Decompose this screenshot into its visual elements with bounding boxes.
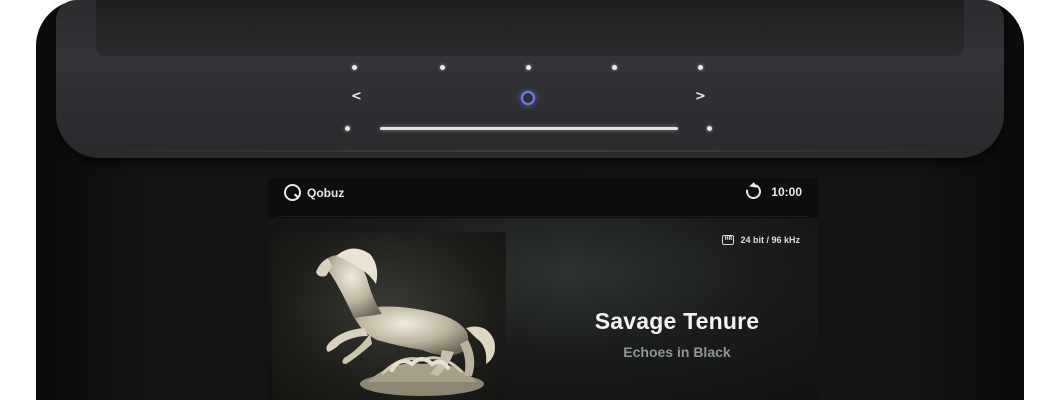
volume-slider[interactable] [380, 127, 678, 130]
touch-dot-2[interactable] [440, 65, 445, 70]
status-bar: Qobuz 10:00 [268, 178, 818, 212]
status-divider [278, 216, 808, 217]
track-title: Savage Tenure [594, 308, 760, 334]
touch-dot-1[interactable] [352, 65, 357, 70]
sync-icon [743, 181, 765, 202]
audio-format-label: 24 bit / 96 kHz [740, 235, 800, 245]
source-label: Qobuz [307, 185, 345, 200]
chevron-right-icon[interactable]: > [695, 90, 706, 103]
ring-icon[interactable] [521, 91, 535, 105]
top-panel-edge [74, 150, 986, 152]
track-artist: Echoes in Black [623, 344, 731, 360]
top-touch-panel [56, 0, 1004, 158]
touch-dot-6[interactable] [345, 126, 350, 131]
front-display: Qobuz 10:00 HR 24 bit / 96 kHz Savage Te… [268, 178, 818, 400]
source-indicator[interactable]: Qobuz [284, 184, 344, 201]
touch-dot-3[interactable] [526, 65, 531, 70]
qobuz-logo-icon [284, 184, 301, 201]
album-art[interactable] [272, 232, 506, 400]
top-panel-bevel [96, 0, 964, 56]
clock-area: 10:00 [743, 181, 802, 202]
hi-res-icon: HR [722, 235, 735, 245]
now-playing-panel: HR 24 bit / 96 kHz Savage Tenure Echoes … [268, 218, 818, 400]
clock-time: 10:00 [771, 184, 802, 199]
touch-dot-4[interactable] [612, 65, 617, 70]
audio-format-badge: HR 24 bit / 96 kHz [722, 235, 800, 245]
touch-dot-5[interactable] [698, 65, 703, 70]
touch-dot-7[interactable] [707, 126, 712, 131]
horse-statue-artwork [316, 248, 495, 396]
chevron-left-icon[interactable]: < [351, 90, 362, 103]
